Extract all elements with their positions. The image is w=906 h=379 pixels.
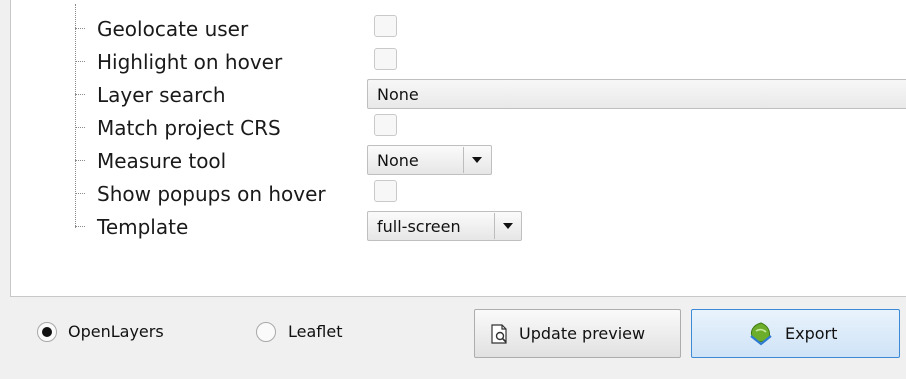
setting-label: Geolocate user xyxy=(97,17,249,41)
setting-row-show-popups-on-hover: Show popups on hover xyxy=(11,176,891,208)
tree-branch xyxy=(75,177,85,194)
measure-tool-select[interactable]: None xyxy=(367,145,492,175)
setting-label: Layer search xyxy=(97,83,226,107)
setting-label: Match project CRS xyxy=(97,116,281,140)
export-logo-icon xyxy=(750,322,772,346)
combo-separator xyxy=(494,213,495,239)
layer-search-field[interactable]: None xyxy=(367,79,906,109)
tree-branch xyxy=(75,111,85,128)
export-button[interactable]: Export xyxy=(691,309,900,358)
combo-separator xyxy=(463,147,464,173)
setting-label: Highlight on hover xyxy=(97,50,283,74)
measure-tool-value: None xyxy=(377,151,419,170)
radio-openlayers[interactable] xyxy=(37,322,57,342)
radio-selected-dot xyxy=(42,327,52,337)
export-label: Export xyxy=(785,324,838,343)
settings-panel: Geolocate user Highlight on hover Layer … xyxy=(10,0,906,297)
geolocate-user-checkbox[interactable] xyxy=(374,15,397,37)
radio-leaflet[interactable] xyxy=(256,322,276,342)
show-popups-on-hover-checkbox[interactable] xyxy=(374,180,397,202)
setting-row-match-project-crs: Match project CRS xyxy=(11,110,891,142)
layer-search-value: None xyxy=(377,85,419,104)
setting-row-layer-search: Layer search None xyxy=(11,77,906,109)
chevron-down-icon[interactable] xyxy=(503,223,513,229)
setting-row-template: Template full-screen xyxy=(11,209,891,241)
tree-branch xyxy=(75,12,85,29)
tree-branch xyxy=(75,210,85,227)
chevron-down-icon[interactable] xyxy=(472,157,482,163)
preview-icon xyxy=(491,324,507,344)
update-preview-button[interactable]: Update preview xyxy=(474,309,681,358)
setting-row-measure-tool: Measure tool None xyxy=(11,143,891,175)
radio-leaflet-label[interactable]: Leaflet xyxy=(288,322,342,342)
setting-row-highlight-on-hover: Highlight on hover xyxy=(11,44,891,76)
tree-branch xyxy=(75,78,85,95)
setting-label: Show popups on hover xyxy=(97,182,326,206)
radio-openlayers-label[interactable]: OpenLayers xyxy=(68,322,164,342)
setting-label: Measure tool xyxy=(97,149,227,173)
setting-row-geolocate-user: Geolocate user xyxy=(11,11,891,43)
highlight-on-hover-checkbox[interactable] xyxy=(374,48,397,70)
template-select[interactable]: full-screen xyxy=(367,211,522,241)
tree-branch xyxy=(75,45,85,62)
match-project-crs-checkbox[interactable] xyxy=(374,114,397,136)
update-preview-label: Update preview xyxy=(519,324,646,343)
setting-label: Template xyxy=(97,215,189,239)
template-value: full-screen xyxy=(377,217,461,236)
tree-branch xyxy=(75,144,85,161)
